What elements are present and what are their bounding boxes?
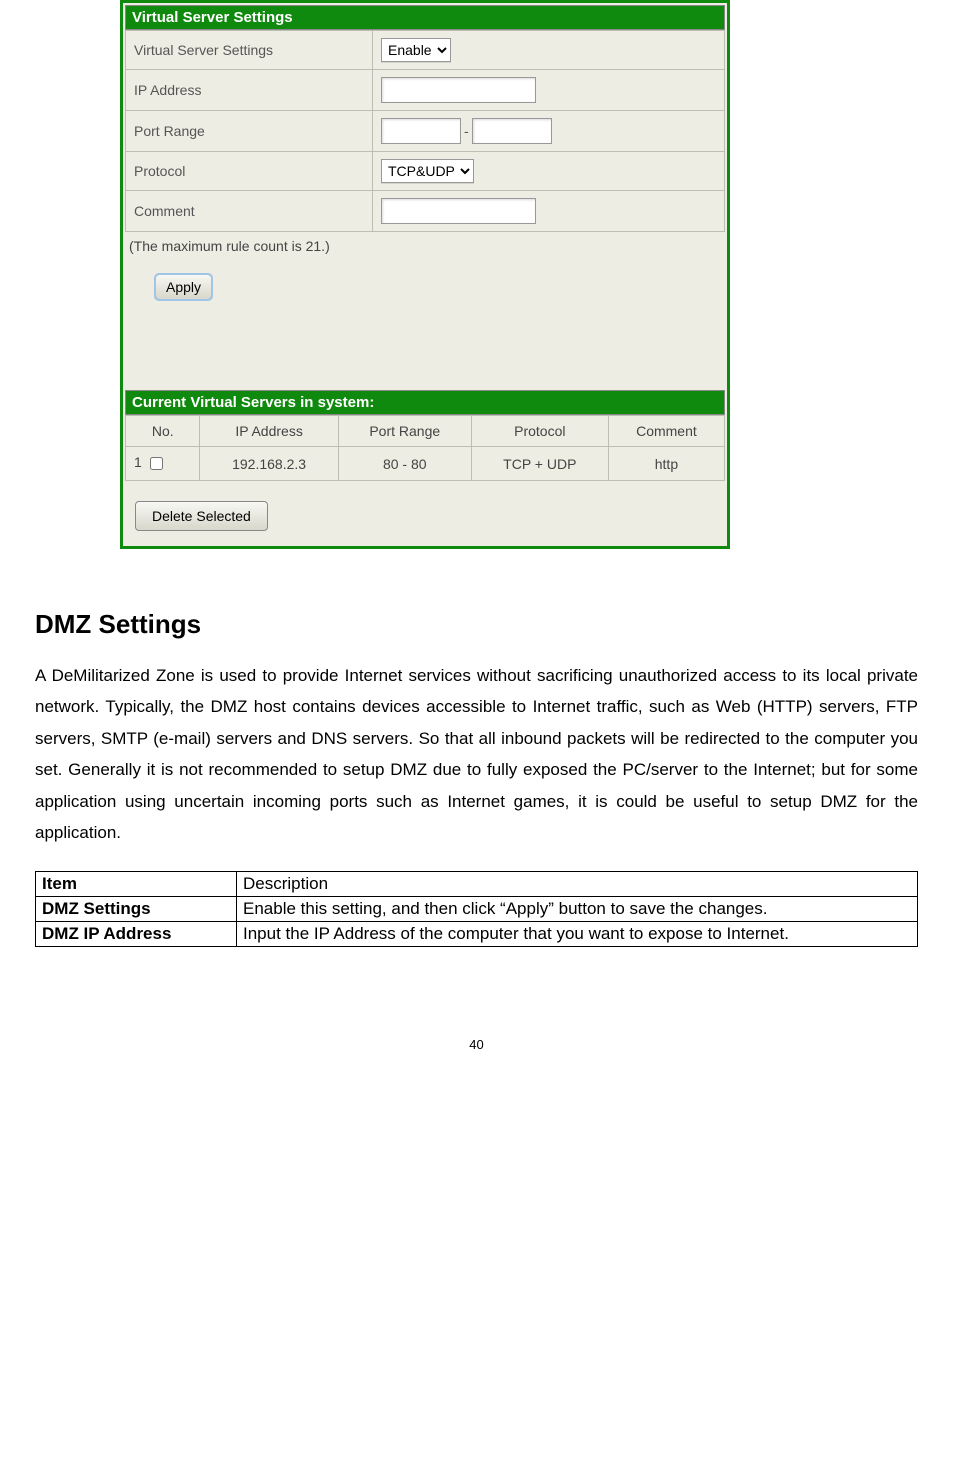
comment-input[interactable] [381,198,536,224]
desc-text-1: Input the IP Address of the computer tha… [237,921,918,946]
apply-wrap: Apply [125,274,725,300]
current-servers-header: Current Virtual Servers in system: [125,390,725,415]
desc-header-row: Item Description [36,871,918,896]
max-rule-note: (The maximum rule count is 21.) [125,232,725,274]
protocol-select[interactable]: TCP&UDP [381,159,474,183]
page-number: 40 [0,1037,953,1072]
port-start-input[interactable] [381,118,461,144]
desc-row: DMZ Settings Enable this setting, and th… [36,896,918,921]
desc-item-0: DMZ Settings [36,896,237,921]
vss-cell: Enable [373,31,725,70]
dmz-paragraph: A DeMilitarized Zone is used to provide … [35,660,918,849]
comment-label: Comment [126,191,373,232]
col-comment: Comment [608,416,724,447]
settings-form-table: Virtual Server Settings Enable IP Addres… [125,30,725,232]
comment-cell [373,191,725,232]
col-port: Port Range [338,416,471,447]
desc-header-desc: Description [237,871,918,896]
protocol-cell: TCP&UDP [373,152,725,191]
desc-item-1: DMZ IP Address [36,921,237,946]
dmz-description-table: Item Description DMZ Settings Enable thi… [35,871,918,947]
cell-ip: 192.168.2.3 [200,447,338,481]
desc-row: DMZ IP Address Input the IP Address of t… [36,921,918,946]
apply-button[interactable]: Apply [155,274,212,300]
port-cell: - [373,111,725,152]
port-row: Port Range - [126,111,725,152]
delete-wrap: Delete Selected [125,481,725,531]
current-servers-table: No. IP Address Port Range Protocol Comme… [125,415,725,481]
protocol-label: Protocol [126,152,373,191]
col-proto: Protocol [471,416,608,447]
virtual-server-settings-header: Virtual Server Settings [125,5,725,30]
row-select-checkbox[interactable] [150,457,163,470]
delete-selected-button[interactable]: Delete Selected [135,501,268,531]
col-ip: IP Address [200,416,338,447]
table-row: 1 192.168.2.3 80 - 80 TCP + UDP http [126,447,725,481]
vss-select[interactable]: Enable [381,38,451,62]
desc-text-0: Enable this setting, and then click “App… [237,896,918,921]
col-no: No. [126,416,200,447]
port-label: Port Range [126,111,373,152]
vss-row: Virtual Server Settings Enable [126,31,725,70]
document-body: DMZ Settings A DeMilitarized Zone is use… [35,609,918,947]
ip-label: IP Address [126,70,373,111]
ip-row: IP Address [126,70,725,111]
cell-no: 1 [126,447,200,481]
row-number: 1 [134,454,142,470]
router-admin-screenshot: Virtual Server Settings Virtual Server S… [120,0,730,549]
cell-port: 80 - 80 [338,447,471,481]
dmz-heading: DMZ Settings [35,609,918,640]
cell-comment: http [608,447,724,481]
spacer [125,300,725,390]
ip-address-input[interactable] [381,77,536,103]
protocol-row: Protocol TCP&UDP [126,152,725,191]
port-end-input[interactable] [472,118,552,144]
port-separator: - [464,123,469,139]
comment-row: Comment [126,191,725,232]
list-header-row: No. IP Address Port Range Protocol Comme… [126,416,725,447]
ip-cell [373,70,725,111]
vss-label: Virtual Server Settings [126,31,373,70]
cell-proto: TCP + UDP [471,447,608,481]
desc-header-item: Item [36,871,237,896]
